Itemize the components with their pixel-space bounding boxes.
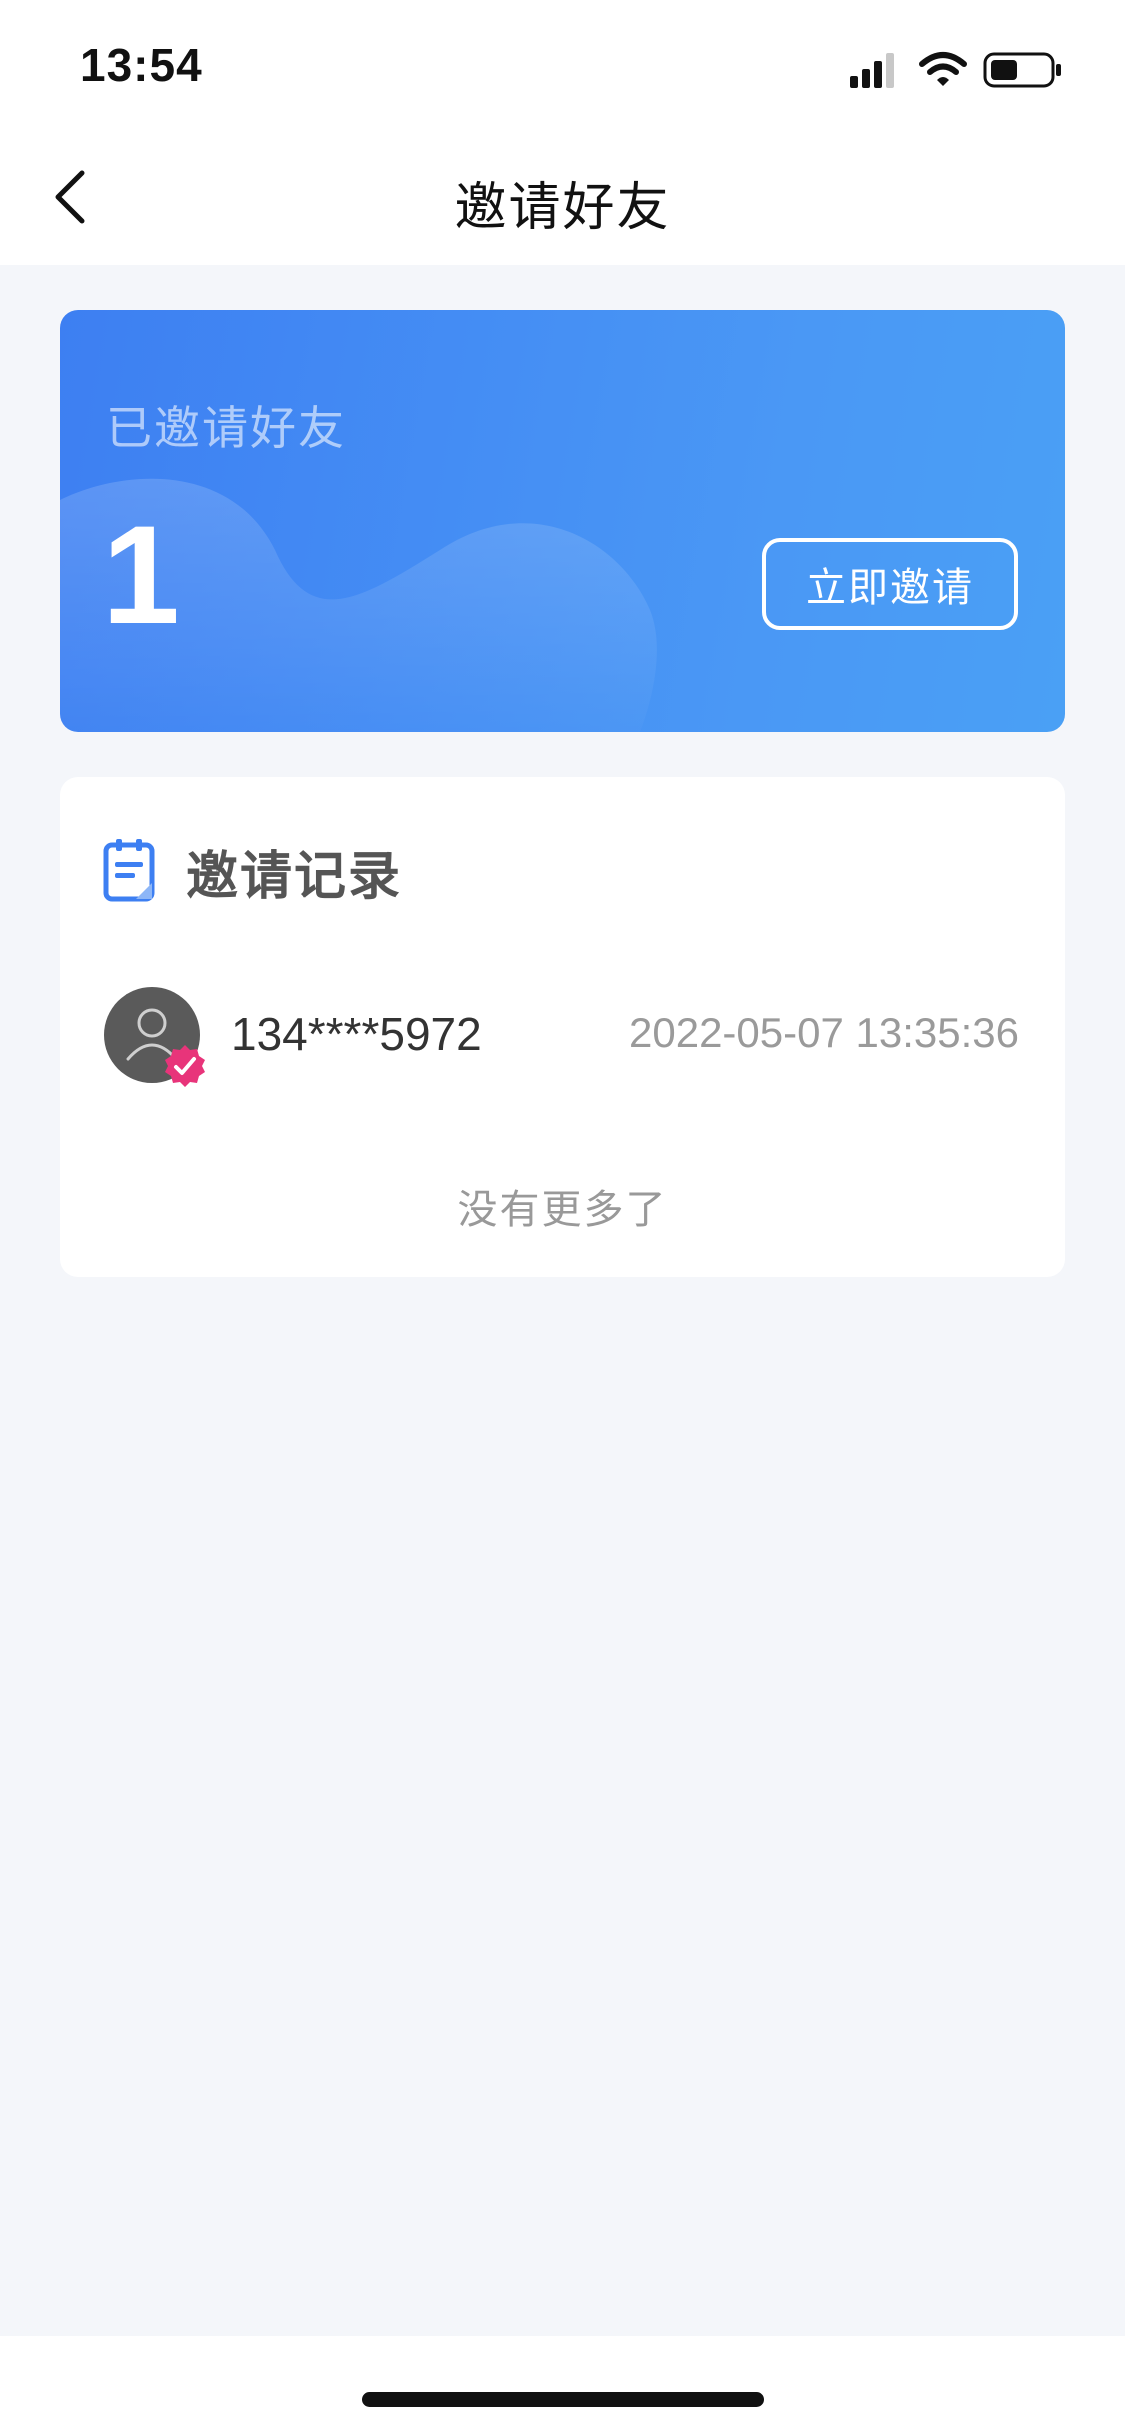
status-time: 13:54 (80, 39, 203, 91)
status-icons (850, 50, 1080, 90)
table-row[interactable]: 134****5972 2022-05-07 13:35:36 (60, 987, 1065, 1097)
page-title: 邀请好友 (454, 178, 671, 238)
cellular-signal-icon (850, 53, 894, 88)
invitee-phone: 134****5972 (231, 1008, 482, 1060)
verified-badge-icon (165, 1045, 205, 1087)
invited-friends-label: 已邀请好友 (106, 401, 346, 455)
notepad-icon (103, 839, 155, 902)
invited-friends-count: 1 (102, 496, 180, 653)
home-indicator[interactable] (362, 2392, 764, 2407)
wifi-icon (919, 52, 967, 86)
invite-now-button[interactable]: 立即邀请 (762, 538, 1018, 630)
bottom-safe-area (0, 2336, 1125, 2436)
list-end-text: 没有更多了 (457, 1187, 668, 1233)
battery-icon (983, 52, 1061, 88)
nav-bar: 邀请好友 (0, 135, 1125, 265)
records-title: 邀请记录 (186, 847, 403, 907)
invite-summary-card: 已邀请好友 1 立即邀请 (60, 310, 1065, 732)
wave-decoration (60, 478, 657, 732)
avatar (104, 987, 205, 1087)
status-bar: 13:54 (0, 0, 1125, 135)
invite-timestamp: 2022-05-07 13:35:36 (629, 1009, 1019, 1056)
invite-records-card: 邀请记录 134****5972 2022-05-07 13:35:36 没有更… (60, 777, 1065, 1277)
